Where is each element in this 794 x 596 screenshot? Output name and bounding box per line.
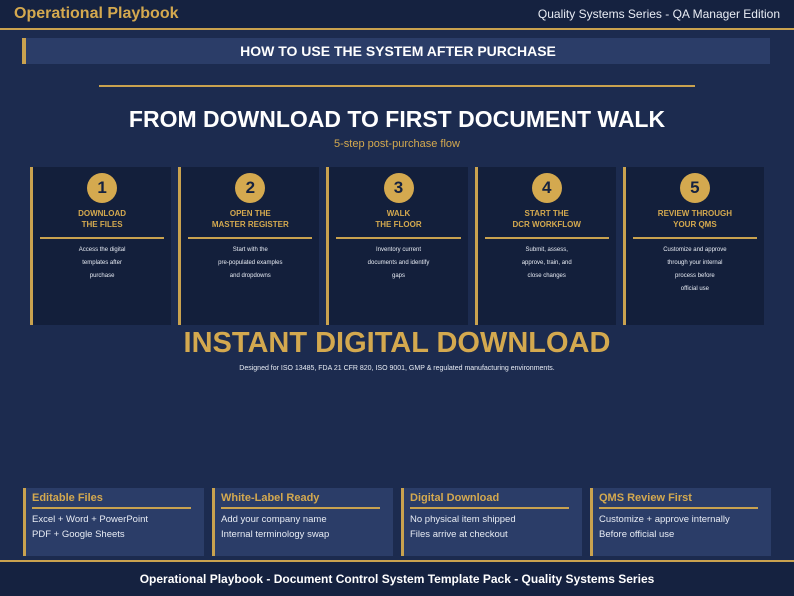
feature-line: Internal terminology swap [221, 529, 330, 540]
feature-line: Add your company name [221, 514, 327, 525]
step-card-4: 4 START THE DCR WORKFLOW Submit, assess,… [474, 167, 616, 325]
step-number: 3 [383, 173, 414, 203]
feature-card-digital-download: Digital Download No physical item shippe… [401, 488, 582, 556]
divider [99, 85, 695, 87]
step-number: 1 [87, 173, 118, 203]
step-description: Submit, assess, approve, train, and clos… [521, 247, 572, 279]
step-title: REVIEW THROUGH YOUR QMS [657, 209, 733, 229]
footer-text: Operational Playbook - Document Control … [139, 572, 655, 586]
step-title: WALK THE FLOOR [375, 209, 422, 229]
steps-row: 1 DOWNLOAD THE FILES Access the digital … [30, 167, 765, 325]
step-card-5: 5 REVIEW THROUGH YOUR QMS Customize and … [622, 167, 765, 325]
feature-line: Excel + Word + PowerPoint [32, 514, 148, 525]
step-number: 4 [531, 173, 562, 203]
feature-line: Before official use [599, 529, 675, 540]
divider [221, 507, 381, 509]
step-title: START THE DCR WORKFLOW [512, 209, 581, 229]
page-title: FROM DOWNLOAD TO FIRST DOCUMENT WALK [128, 106, 666, 132]
step-title: OPEN THE MASTER REGISTER [211, 209, 289, 229]
footer-bar: Operational Playbook - Document Control … [0, 560, 794, 596]
download-headline: INSTANT DIGITAL DOWNLOAD [183, 327, 611, 359]
compliance-note: Designed for ISO 13485, FDA 21 CFR 820, … [239, 365, 555, 372]
step-number: 5 [679, 173, 710, 203]
divider [336, 237, 461, 239]
divider [484, 237, 609, 239]
divider [599, 507, 759, 509]
feature-line: Customize + approve internally [599, 514, 730, 525]
step-description: Customize and approve through your inter… [663, 247, 727, 292]
feature-card-editable-files: Editable Files Excel + Word + PowerPoint… [23, 488, 204, 556]
feature-title: Editable Files [32, 492, 103, 504]
top-bar: Operational Playbook Quality Systems Ser… [0, 0, 794, 30]
feature-card-white-label: White-Label Ready Add your company name … [212, 488, 393, 556]
feature-line: No physical item shipped [410, 514, 516, 525]
divider [188, 237, 313, 239]
section-banner: HOW TO USE THE SYSTEM AFTER PURCHASE [22, 38, 770, 64]
divider [32, 507, 192, 509]
feature-card-qms-review: QMS Review First Customize + approve int… [590, 488, 771, 556]
banner-text: HOW TO USE THE SYSTEM AFTER PURCHASE [240, 43, 556, 59]
step-card-2: 2 OPEN THE MASTER REGISTER Start with th… [178, 167, 320, 325]
feature-title: White-Label Ready [221, 492, 320, 504]
feature-line: PDF + Google Sheets [32, 529, 125, 540]
step-title: DOWNLOAD THE FILES [78, 209, 127, 229]
edition-label: Quality Systems Series - QA Manager Edit… [537, 7, 780, 21]
step-card-3: 3 WALK THE FLOOR Inventory current docum… [326, 167, 468, 325]
divider [39, 237, 165, 239]
step-description: Access the digital templates after purch… [78, 247, 126, 279]
step-description: Inventory current documents and identify… [367, 247, 430, 279]
step-card-1: 1 DOWNLOAD THE FILES Access the digital … [30, 167, 172, 325]
divider [632, 237, 758, 239]
brand-title: Operational Playbook [14, 5, 179, 22]
features-row: Editable Files Excel + Word + PowerPoint… [23, 488, 771, 556]
feature-line: Files arrive at checkout [410, 529, 508, 540]
step-number: 2 [235, 173, 266, 203]
page-subtitle: 5-step post-purchase flow [334, 138, 460, 150]
feature-title: Digital Download [410, 492, 500, 504]
step-description: Start with the pre-populated examples an… [218, 247, 283, 279]
feature-title: QMS Review First [599, 492, 692, 504]
divider [410, 507, 570, 509]
